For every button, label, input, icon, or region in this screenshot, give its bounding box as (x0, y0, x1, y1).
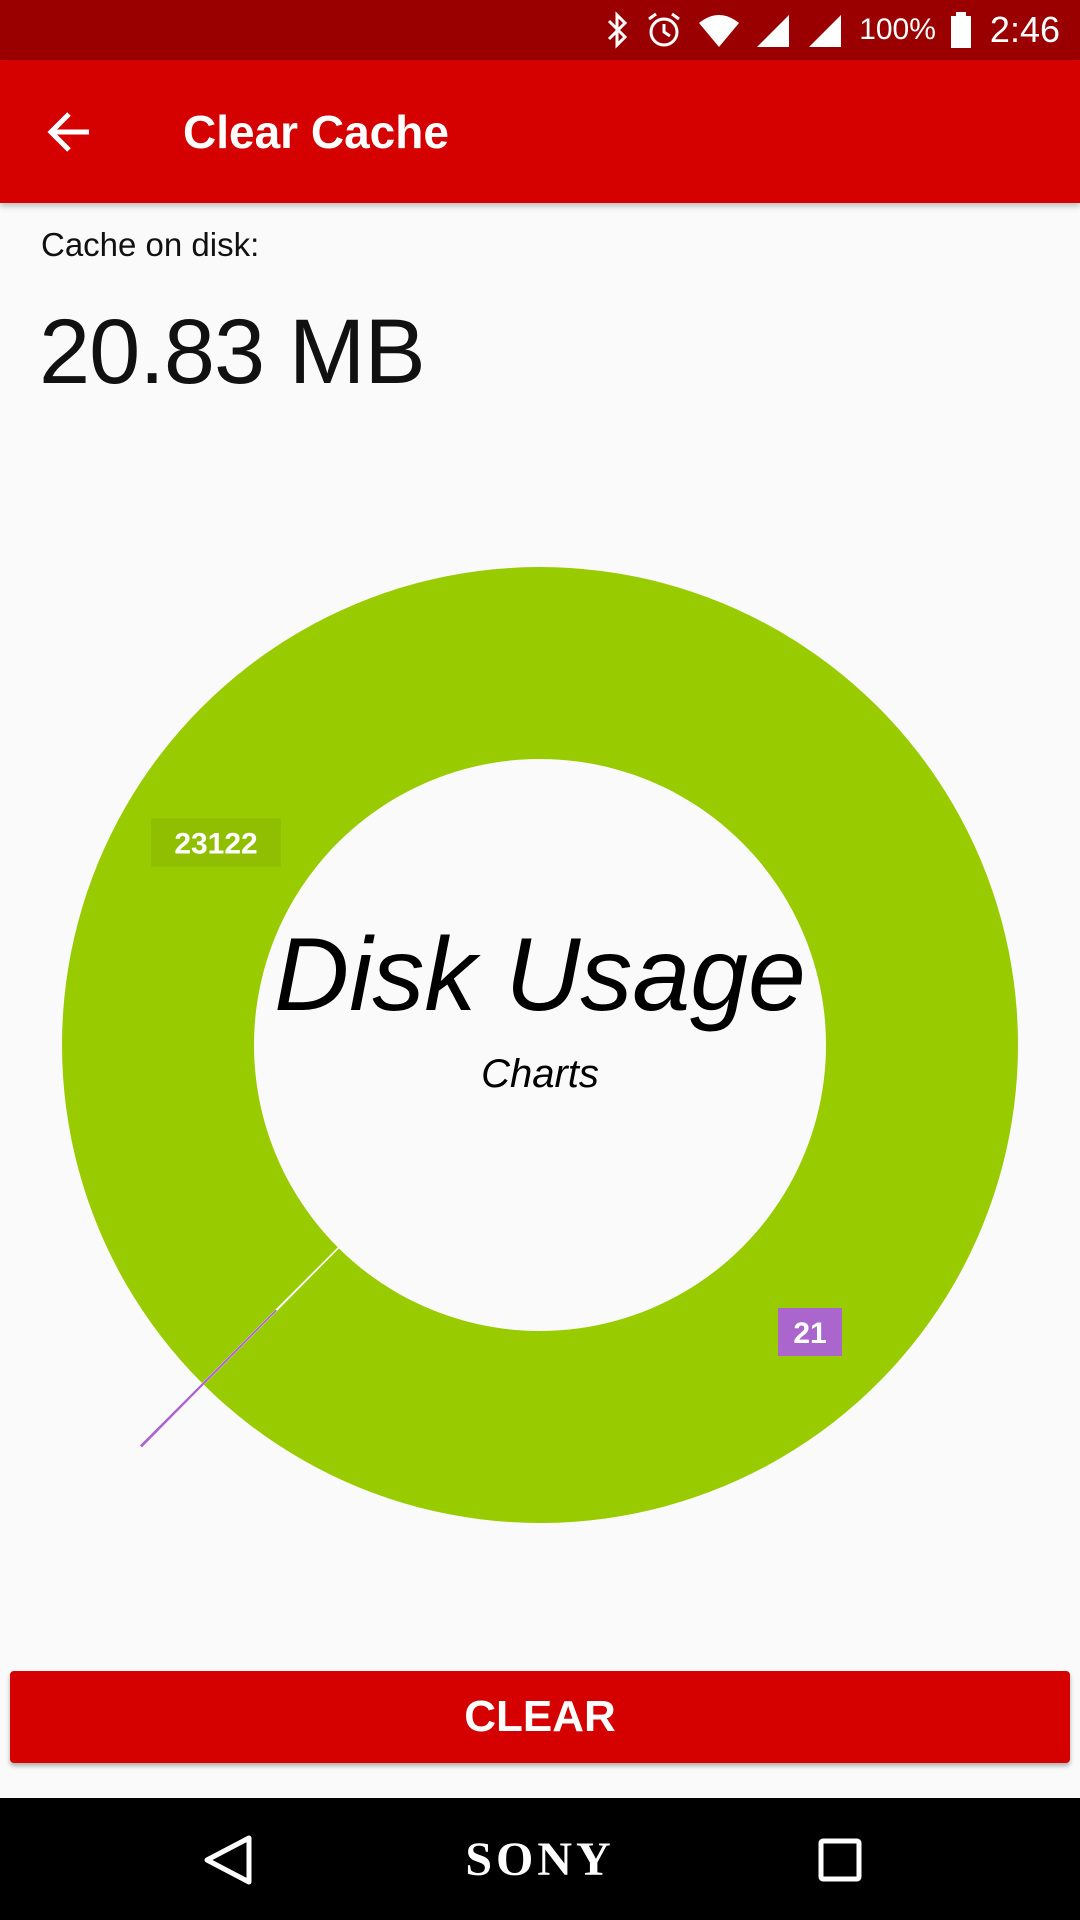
chart-slice-label: 23122 (151, 818, 282, 867)
status-bar: 100% 2:46 (0, 0, 1080, 60)
bluetooth-icon (608, 11, 628, 49)
disk-usage-chart[interactable]: 23122 21 Disk Usage Charts (40, 550, 1040, 1530)
arrow-left-icon (47, 112, 89, 152)
chart-subtitle: Charts (481, 1052, 599, 1096)
app-bar: Clear Cache (0, 60, 1080, 203)
clock: 2:46 (989, 9, 1060, 50)
chart-slice-23122[interactable] (62, 567, 1019, 1524)
page-title: Clear Cache (183, 106, 449, 158)
svg-text:23122: 23122 (174, 828, 257, 861)
signal-icon (757, 15, 790, 47)
battery-icon (950, 12, 971, 48)
status-icons: 100% 2:46 (605, 0, 1060, 60)
nav-back-icon[interactable] (203, 1834, 253, 1886)
chart-slice-label: 21 (778, 1308, 842, 1356)
nav-home-button[interactable]: SONY (440, 1834, 640, 1886)
clear-button[interactable]: CLEAR (10, 1671, 1070, 1763)
svg-text:21: 21 (793, 1317, 826, 1350)
back-button[interactable] (38, 100, 102, 164)
navigation-bar: SONY (0, 1798, 1080, 1920)
cache-size-value: 20.83 MB (39, 301, 426, 403)
battery-percent: 100% (859, 13, 936, 46)
alarm-icon (648, 12, 681, 47)
signal-icon (809, 15, 842, 47)
cache-label: Cache on disk: (41, 226, 260, 263)
wifi-icon (699, 15, 740, 47)
nav-recents-icon[interactable] (818, 1838, 862, 1882)
chart-title: Disk Usage (274, 917, 806, 1033)
